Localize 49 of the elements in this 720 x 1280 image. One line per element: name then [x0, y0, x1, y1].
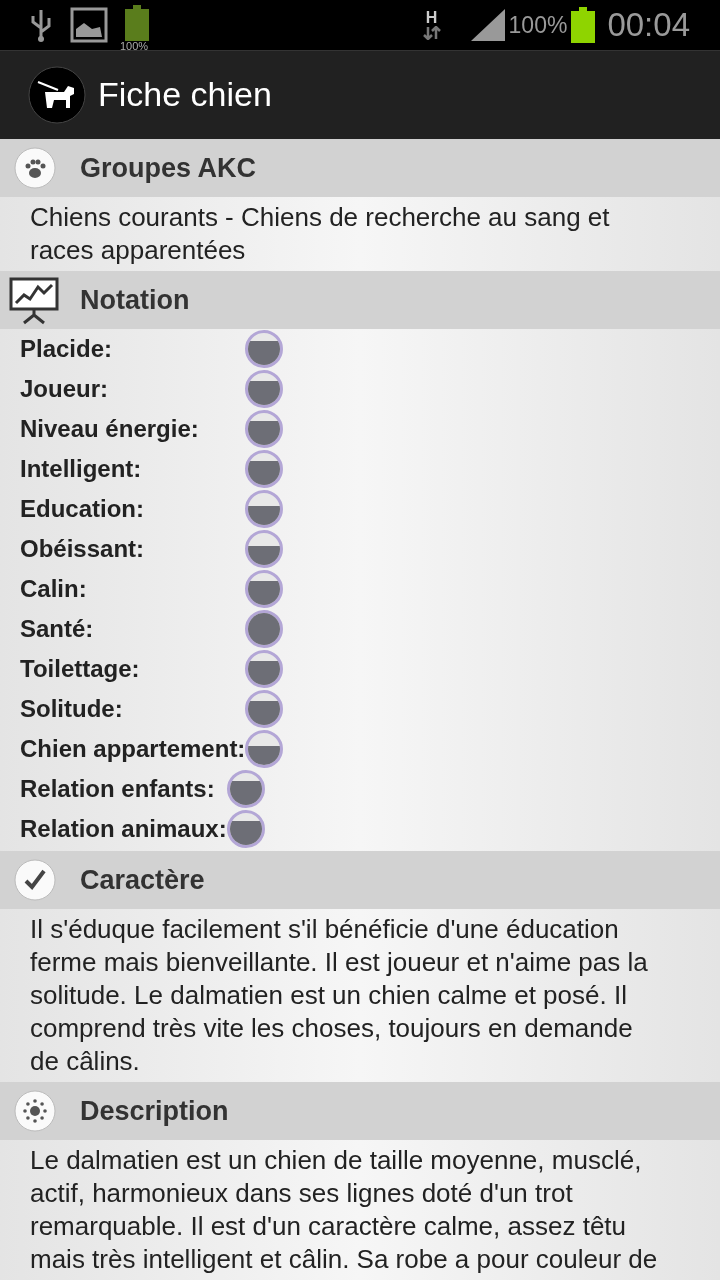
rating-meter: [245, 410, 284, 448]
rating-label: Obéissant:: [20, 534, 146, 564]
rating-meter: [245, 570, 284, 608]
rating-label: Calin:: [20, 574, 88, 604]
battery-icon: [125, 4, 149, 41]
rating-label: Education:: [20, 494, 145, 524]
rating-meter: [226, 770, 265, 808]
network-type-text: H: [425, 9, 438, 26]
checkmark-icon: [14, 859, 56, 901]
rating-meter: [245, 690, 284, 728]
signal-icon: [470, 8, 505, 41]
rating-meter: [245, 530, 284, 568]
presentation-chart-icon: [8, 275, 60, 325]
rating-label: Relation enfants:: [20, 774, 216, 804]
usb-icon: [30, 7, 52, 42]
paw-icon: [14, 147, 56, 189]
rating-meter: [245, 330, 284, 368]
rating-label: Placide:: [20, 334, 114, 364]
rating-meter: [245, 730, 284, 768]
section-title: Description: [80, 1094, 229, 1128]
rating-meter: [245, 650, 284, 688]
rating-label: Niveau énergie:: [20, 414, 200, 444]
rating-meter: [245, 490, 284, 528]
rating-label: Relation animaux:: [20, 814, 227, 844]
rating-label: Santé:: [20, 614, 95, 644]
data-arrows-icon: [422, 25, 441, 40]
screen-title: Fiche chien: [98, 74, 272, 116]
rating-label: Joueur:: [20, 374, 109, 404]
section-text: Il s'éduque facilement s'il bénéficie d'une éducation ferme mais bienveillante. Il est joueur et n'aime pas la solitude. Le dalmatien est un chien calme et posé. Il comprend très vite les choses, toujours en demande de câlins.: [29, 913, 649, 1078]
rating-label: Chien appartement:: [20, 734, 246, 764]
battery-icon: [571, 6, 596, 43]
battery-level-text: 100%: [120, 40, 149, 52]
dog-logo-icon: [28, 65, 86, 124]
rating-meter: [245, 370, 284, 408]
section-text: Le dalmatien est un chien de taille moyenne, musclé, actif, harmonieux dans ses lignes doté d'un trot remarquable. Il est d'un caractère calme, assez têtu mais très intelligent et câlin. Sa robe a pour couleur de: [29, 1144, 659, 1276]
image-icon: [70, 6, 108, 43]
rating-label: Toilettage:: [20, 654, 141, 684]
rating-meter: [245, 450, 284, 488]
sun-icon: [14, 1090, 56, 1132]
rating-meter: [245, 610, 284, 648]
rating-meter: [226, 810, 265, 848]
rating-label: Intelligent:: [20, 454, 143, 484]
rating-label: Solitude:: [20, 694, 124, 724]
section-text: Chiens courants - Chiens de recherche au sang et races apparentées: [29, 201, 611, 267]
clock-text: 00:04: [607, 5, 690, 45]
battery-percent-text: 100%: [508, 10, 568, 40]
section-title: Notation: [80, 283, 190, 317]
section-title: Caractère: [80, 863, 205, 897]
section-title: Groupes AKC: [80, 151, 256, 185]
